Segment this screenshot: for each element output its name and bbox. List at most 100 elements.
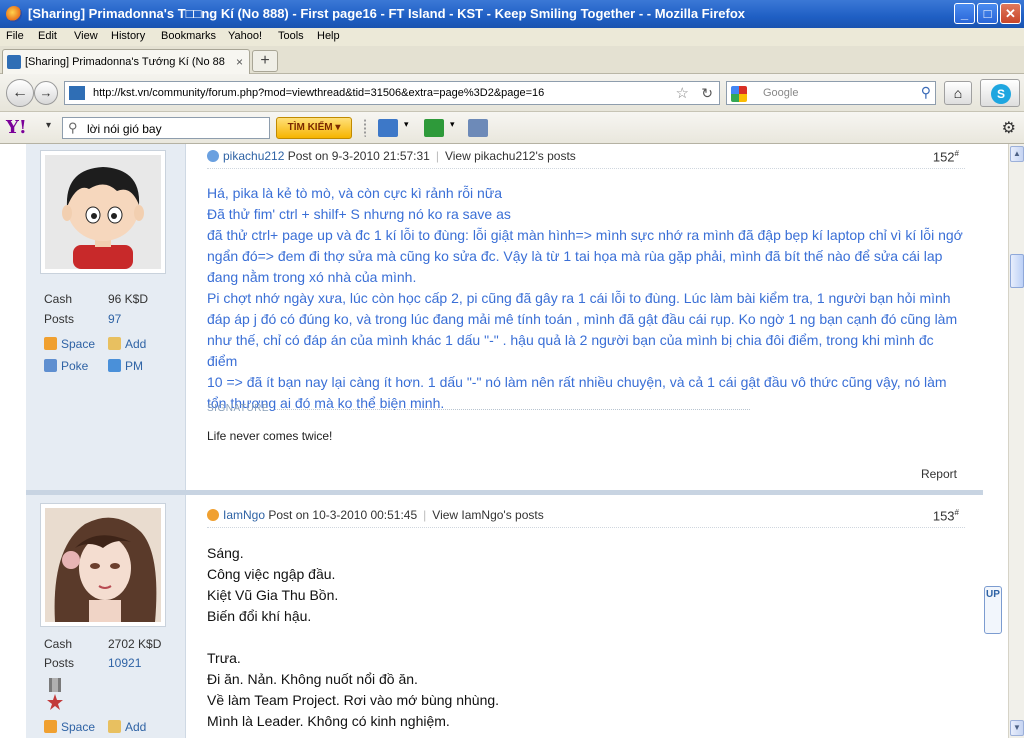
menu-file[interactable]: File <box>6 30 24 42</box>
cash-value: 2702 K$D <box>108 637 162 651</box>
page-content: Cash 96 K$D Posts 97 Space Add Poke PM p… <box>0 144 1008 738</box>
search-icon: ⚲ <box>68 120 78 135</box>
posts-label: Posts <box>44 312 75 326</box>
post-body: pikachu212 Post on 9-3-2010 21:57:31 | Vie… <box>187 144 983 490</box>
url-text[interactable]: http://kst.vn/community/forum.php?mod=vi… <box>93 87 544 99</box>
yahoo-search-button[interactable]: TÌM KIẾM ▾ <box>276 117 352 139</box>
space-link[interactable]: Space <box>44 337 95 351</box>
post-number[interactable]: 152# <box>933 149 959 164</box>
new-tab-button[interactable]: + <box>252 50 278 72</box>
scroll-down-arrow-icon[interactable]: ▼ <box>1010 720 1024 736</box>
add-friend-link[interactable]: Add <box>108 720 146 734</box>
scrollbar-thumb[interactable] <box>1010 254 1024 288</box>
forward-button[interactable]: → <box>34 81 58 105</box>
reload-icon[interactable]: ↻ <box>701 85 713 102</box>
offline-status-icon <box>207 509 219 521</box>
space-label: Space <box>61 337 96 351</box>
home-button[interactable]: ⌂ <box>944 81 972 105</box>
message-icon <box>108 359 121 372</box>
yahoo-menu-dropdown-icon[interactable]: ▾ <box>46 120 51 131</box>
add-friend-link[interactable]: Add <box>108 337 146 351</box>
google-icon[interactable] <box>731 86 747 102</box>
report-link[interactable]: Report <box>921 467 957 481</box>
space-link[interactable]: Space <box>44 720 95 734</box>
web-search-box[interactable]: Google ⚲ <box>726 81 936 105</box>
skype-button[interactable]: S <box>980 79 1020 107</box>
home-icon <box>44 337 57 350</box>
window-title: [Sharing] Primadonna's T□□ng Kí (No 888)… <box>28 6 746 21</box>
yahoo-search-input[interactable]: ⚲ lời nói gió bay <box>62 117 270 139</box>
menu-help[interactable]: Help <box>317 30 340 42</box>
message-line: Trưa. <box>207 650 241 666</box>
mail-icon[interactable] <box>378 119 398 137</box>
search-icon[interactable]: ⚲ <box>921 84 931 101</box>
tab-close-icon[interactable]: × <box>236 55 243 69</box>
add-label: Add <box>125 720 147 734</box>
menu-view[interactable]: View <box>74 30 98 42</box>
maximize-button[interactable]: □ <box>977 3 998 24</box>
extension-icon[interactable] <box>424 119 444 137</box>
home-icon <box>44 720 57 733</box>
avatar-cartoon-icon <box>45 155 161 269</box>
message-line: Pi chợt nhớ ngày xưa, lúc còn học cấp 2,… <box>207 290 951 306</box>
avatar[interactable] <box>40 150 166 274</box>
extension-dropdown-icon[interactable]: ▾ <box>450 119 458 137</box>
toolbar-grip-icon[interactable] <box>364 119 370 137</box>
add-friend-icon <box>108 720 121 733</box>
message-line: Kiệt Vũ Gia Thu Bồn. <box>207 587 339 603</box>
message-line: Công việc ngập đầu. <box>207 566 336 582</box>
poke-icon <box>44 359 57 372</box>
url-bar[interactable]: http://kst.vn/community/forum.php?mod=vi… <box>64 81 720 105</box>
minimize-button[interactable]: _ <box>954 3 975 24</box>
view-author-posts-link[interactable]: View IamNgo's posts <box>432 508 543 522</box>
yahoo-toolbar: Y! ▾ ⚲ lời nói gió bay TÌM KIẾM ▾ ▾ ▾ ⚙ <box>0 112 1024 144</box>
signature-label: SIGNATURE <box>207 403 270 414</box>
post-number[interactable]: 153# <box>933 508 959 523</box>
search-placeholder: Google <box>763 87 799 99</box>
pm-link[interactable]: PM <box>108 359 143 373</box>
message-line: Biến đổi khí hậu. <box>207 608 312 624</box>
message-line: đáp áp j đó có đúng ko, và trong lúc đan… <box>207 311 958 327</box>
message-line: Mình là Leader. Không có kinh nghiệm. <box>207 713 450 729</box>
posts-count[interactable]: 97 <box>108 312 121 326</box>
online-status-icon <box>207 150 219 162</box>
menu-history[interactable]: History <box>111 30 145 42</box>
message-line: tổn thương ai đó mà ko thể biện minh. <box>207 395 445 411</box>
poke-link[interactable]: Poke <box>44 359 88 373</box>
bookmark-star-icon[interactable]: ☆ <box>676 84 689 102</box>
signature-divider <box>275 409 750 410</box>
mail-dropdown-icon[interactable]: ▾ <box>404 119 412 137</box>
yahoo-search-value[interactable]: lời nói gió bay <box>87 122 162 136</box>
posts-label: Posts <box>44 656 75 670</box>
post-header: IamNgo Post on 10-3-2010 00:51:45 | View I… <box>207 508 544 522</box>
add-friend-icon <box>108 337 121 350</box>
message-line: đang nằm trong xó nhà của mình. <box>207 269 417 285</box>
gear-icon[interactable]: ⚙ <box>1002 118 1016 138</box>
menu-yahoo[interactable]: Yahoo! <box>228 30 262 42</box>
cash-label: Cash <box>44 637 73 651</box>
close-button[interactable]: ✕ <box>1000 3 1021 24</box>
post-message: Sáng. Công việc ngập đầu. Kiệt Vũ Gia Th… <box>207 543 967 732</box>
menu-edit[interactable]: Edit <box>38 30 57 42</box>
bookmarks-icon[interactable] <box>468 119 488 137</box>
back-button[interactable]: ← <box>6 79 34 107</box>
posts-count[interactable]: 10921 <box>108 656 141 670</box>
yahoo-logo-icon[interactable]: Y! <box>6 117 27 138</box>
post-author[interactable]: IamNgo <box>223 508 265 522</box>
signature-text: Life never comes twice! <box>207 429 333 443</box>
medal-icon <box>46 678 64 713</box>
menu-bookmarks[interactable]: Bookmarks <box>161 30 216 42</box>
vertical-scrollbar[interactable]: ▲ ▼ <box>1008 144 1024 738</box>
post-author[interactable]: pikachu212 <box>223 149 284 163</box>
menu-tools[interactable]: Tools <box>278 30 304 42</box>
post-date: Post on 10-3-2010 00:51:45 <box>268 508 418 522</box>
header-divider <box>207 168 965 169</box>
avatar[interactable] <box>40 503 166 627</box>
message-line: Đã thử fim' ctrl + shilf+ S nhưng nó ko … <box>207 206 511 222</box>
scroll-up-button[interactable]: UP <box>984 586 1002 634</box>
tab-bar: [Sharing] Primadonna's Tướng Kí (No 888)… <box>0 46 1024 74</box>
scroll-up-arrow-icon[interactable]: ▲ <box>1010 146 1024 162</box>
view-author-posts-link[interactable]: View pikachu212's posts <box>445 149 576 163</box>
tab-active[interactable]: [Sharing] Primadonna's Tướng Kí (No 888)… <box>2 49 250 74</box>
space-label: Space <box>61 720 96 734</box>
